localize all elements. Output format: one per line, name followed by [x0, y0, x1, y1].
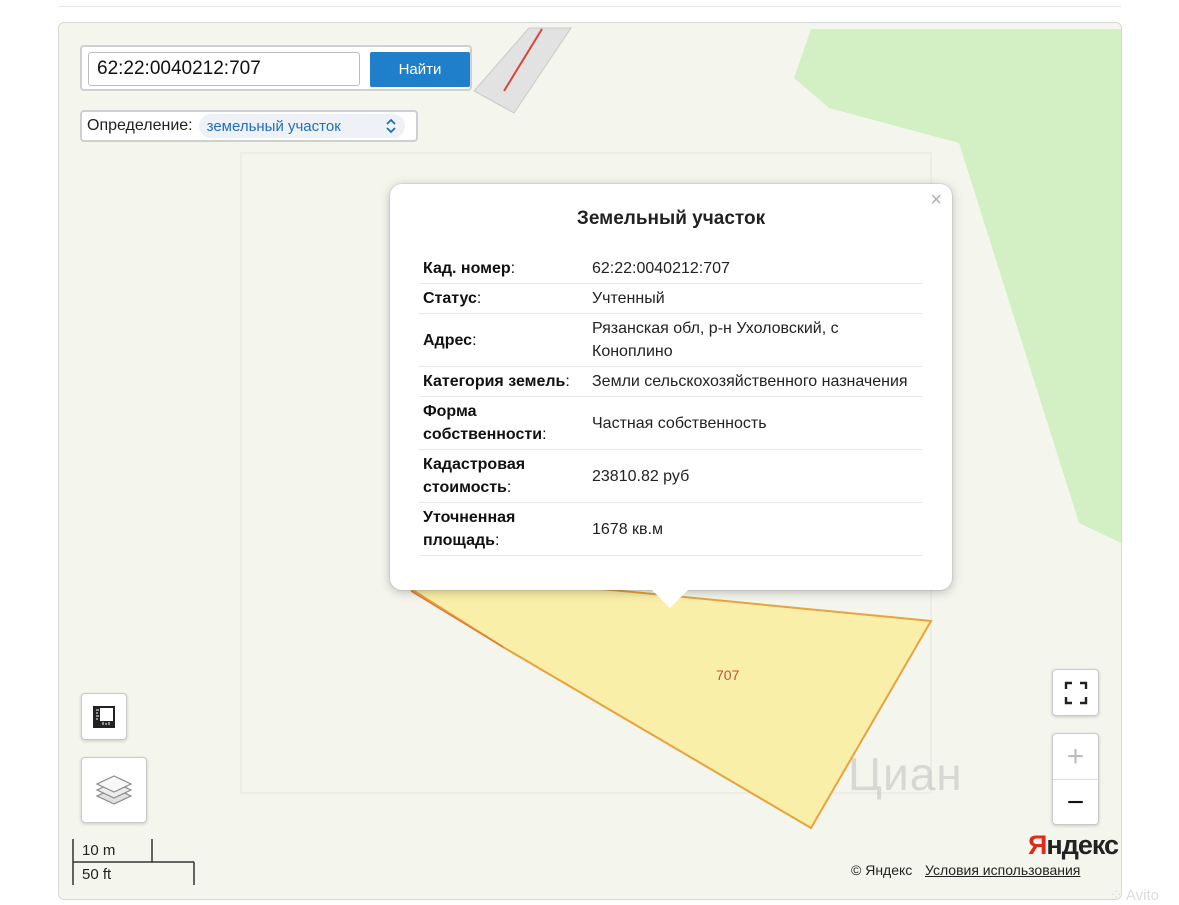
- layers-icon: [95, 775, 133, 805]
- chevron-up-down-icon: [385, 118, 396, 134]
- row-value: Учтенный: [588, 283, 922, 314]
- row-key: Уточненная площадь: [423, 509, 516, 549]
- info-table: Кад. номер: 62:22:0040212:707 Статус: Уч…: [418, 254, 922, 556]
- zoom-out-button[interactable]: −: [1053, 780, 1098, 824]
- layers-button[interactable]: [81, 757, 147, 823]
- find-button[interactable]: Найти: [370, 52, 470, 87]
- row-key: Адрес: [423, 331, 473, 349]
- zoom-in-button[interactable]: +: [1053, 734, 1098, 780]
- row-value: Частная собственность: [588, 396, 922, 450]
- row-key: Категория земель: [423, 373, 566, 390]
- scale-metric-label: 10 m: [82, 842, 116, 859]
- row-value: 23810.82 руб: [588, 449, 922, 503]
- table-row: Категория земель: Земли сельскохозяйстве…: [418, 366, 922, 397]
- cadastral-search-input[interactable]: [88, 52, 360, 86]
- ruler-button[interactable]: [81, 693, 127, 740]
- row-value: Рязанская обл, р-н Ухоловский, с Конопли…: [588, 313, 922, 367]
- definition-select[interactable]: земельный участок: [198, 114, 405, 138]
- row-value: 1678 кв.м: [588, 502, 922, 556]
- row-key: Кад. номер: [423, 260, 511, 277]
- row-value: Земли сельскохозяйственного назначения: [588, 366, 922, 397]
- yandex-logo[interactable]: Яндекс: [1028, 830, 1119, 861]
- row-key: Статус: [423, 290, 477, 307]
- table-row: Адрес: Рязанская обл, р-н Ухоловский, с …: [418, 313, 922, 367]
- fullscreen-icon: [1064, 681, 1087, 704]
- table-row: Форма собственности: Частная собственнос…: [418, 396, 922, 450]
- avito-watermark: ⁘ Avito: [1110, 887, 1159, 904]
- parcel-number-label: 707: [716, 667, 740, 683]
- scale-bar: 10 m 50 ft: [72, 838, 197, 886]
- building-shape: [473, 27, 572, 114]
- copyright-text: © Яндекс: [851, 862, 913, 878]
- parcel-info-popup: × Земельный участок Кад. номер: 62:22:00…: [390, 184, 952, 608]
- scale-imperial-label: 50 ft: [82, 866, 112, 883]
- row-value: 62:22:0040212:707: [588, 254, 922, 284]
- watermark: Циан: [848, 748, 963, 800]
- fullscreen-button[interactable]: [1052, 669, 1099, 716]
- table-row: Статус: Учтенный: [418, 283, 922, 314]
- zoom-control: + −: [1052, 733, 1099, 825]
- definition-label: Определение:: [87, 117, 193, 134]
- search-panel: Найти: [80, 45, 472, 91]
- definition-selected-value: земельный участок: [206, 117, 341, 135]
- terms-of-use-link[interactable]: Условия использования: [925, 862, 1080, 878]
- table-row: Уточненная площадь: 1678 кв.м: [418, 502, 922, 556]
- popup-pointer: [652, 590, 688, 608]
- table-row: Кадастровая стоимость: 23810.82 руб: [418, 449, 922, 503]
- row-key: Форма собственности: [423, 403, 543, 443]
- popup-title: Земельный участок: [576, 208, 766, 229]
- top-divider: [58, 6, 1121, 7]
- table-row: Кад. номер: 62:22:0040212:707: [418, 254, 922, 284]
- ruler-icon: [93, 705, 115, 728]
- popup-body[interactable]: Кад. номер: 62:22:0040212:707 Статус: Уч…: [418, 254, 922, 572]
- close-icon[interactable]: ×: [930, 190, 942, 210]
- definition-panel: Определение: земельный участок: [80, 110, 418, 142]
